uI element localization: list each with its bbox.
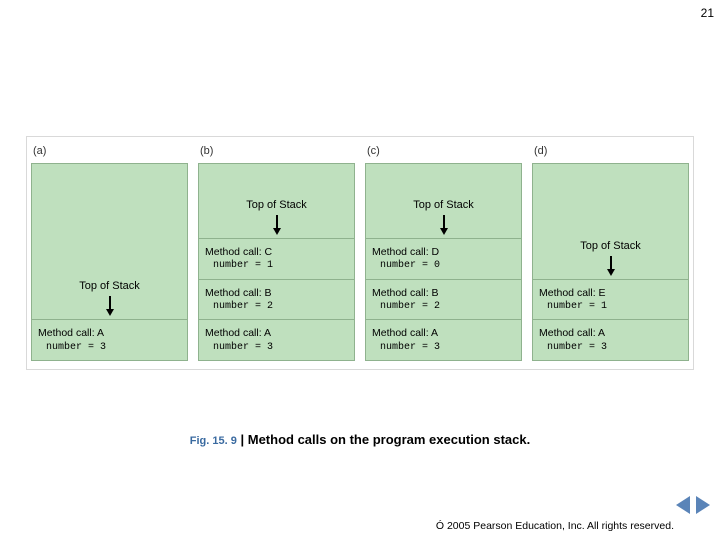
frame-number: number = 0 bbox=[372, 259, 517, 273]
stack-box-b: Top of Stack Method call: C number = 1 M… bbox=[198, 163, 355, 361]
frame-method: Method call: D bbox=[372, 245, 517, 259]
frame-method: Method call: A bbox=[205, 326, 350, 340]
stack-frame: Method call: D number = 0 bbox=[366, 238, 521, 279]
stack-box-c: Top of Stack Method call: D number = 0 M… bbox=[365, 163, 522, 361]
frame-method: Method call: A bbox=[38, 326, 183, 340]
stack-frame: Method call: A number = 3 bbox=[533, 319, 688, 360]
frame-method: Method call: E bbox=[539, 286, 684, 300]
figure-number: Fig. 15. 9 bbox=[190, 435, 237, 447]
panel-b: (b) Top of Stack Method call: C number =… bbox=[198, 143, 355, 361]
panel-c: (c) Top of Stack Method call: D number =… bbox=[365, 143, 522, 361]
frame-number: number = 3 bbox=[205, 341, 350, 355]
caption-separator: | bbox=[240, 432, 244, 447]
panel-label: (b) bbox=[198, 143, 355, 163]
figure-area: (a) Top of Stack Method call: A number =… bbox=[26, 136, 694, 370]
stack-frame: Method call: B number = 2 bbox=[366, 279, 521, 320]
panel-label: (a) bbox=[31, 143, 188, 163]
frame-number: number = 2 bbox=[205, 300, 350, 314]
stack-frame: Method call: A number = 3 bbox=[366, 319, 521, 360]
frame-number: number = 1 bbox=[205, 259, 350, 273]
stack-box-a: Top of Stack Method call: A number = 3 bbox=[31, 163, 188, 361]
panel-d: (d) Top of Stack Method call: E number =… bbox=[532, 143, 689, 361]
frame-method: Method call: B bbox=[205, 286, 350, 300]
top-of-stack-label: Top of Stack bbox=[366, 195, 521, 213]
top-of-stack-label: Top of Stack bbox=[533, 236, 688, 254]
stack-frame: Method call: A number = 3 bbox=[32, 319, 187, 360]
stack-frame: Method call: C number = 1 bbox=[199, 238, 354, 279]
stack-box-d: Top of Stack Method call: E number = 1 M… bbox=[532, 163, 689, 361]
frame-method: Method call: A bbox=[372, 326, 517, 340]
frame-method: Method call: B bbox=[372, 286, 517, 300]
page-number: 21 bbox=[701, 6, 714, 20]
prev-slide-icon[interactable] bbox=[676, 496, 690, 514]
nav-controls bbox=[676, 496, 710, 514]
next-slide-icon[interactable] bbox=[696, 496, 710, 514]
stack-frame: Method call: B number = 2 bbox=[199, 279, 354, 320]
frame-number: number = 3 bbox=[372, 341, 517, 355]
top-of-stack-label: Top of Stack bbox=[199, 195, 354, 213]
stack-frame: Method call: A number = 3 bbox=[199, 319, 354, 360]
arrow-down-icon bbox=[366, 213, 521, 235]
arrow-down-icon bbox=[199, 213, 354, 235]
panel-label: (c) bbox=[365, 143, 522, 163]
frame-number: number = 2 bbox=[372, 300, 517, 314]
top-of-stack-label: Top of Stack bbox=[32, 276, 187, 294]
frame-method: Method call: A bbox=[539, 326, 684, 340]
arrow-down-icon bbox=[533, 254, 688, 276]
figure-caption: Fig. 15. 9 | Method calls on the program… bbox=[0, 432, 720, 447]
caption-text: Method calls on the program execution st… bbox=[248, 432, 530, 447]
frame-number: number = 1 bbox=[539, 300, 684, 314]
frame-method: Method call: C bbox=[205, 245, 350, 259]
copyright-text: Ó 2005 Pearson Education, Inc. All right… bbox=[436, 520, 674, 532]
frame-number: number = 3 bbox=[539, 341, 684, 355]
arrow-down-icon bbox=[32, 294, 187, 316]
frame-number: number = 3 bbox=[38, 341, 183, 355]
panel-a: (a) Top of Stack Method call: A number =… bbox=[31, 143, 188, 361]
stack-frame: Method call: E number = 1 bbox=[533, 279, 688, 320]
panel-label: (d) bbox=[532, 143, 689, 163]
